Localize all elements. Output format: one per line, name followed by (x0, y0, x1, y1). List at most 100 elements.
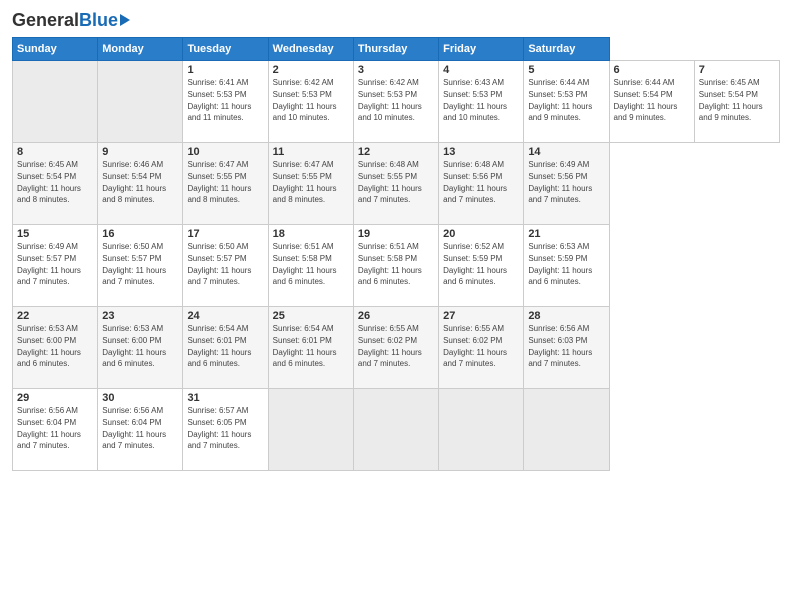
logo-arrow-icon (120, 14, 130, 26)
calendar-cell (439, 389, 524, 471)
day-info: Sunrise: 6:43 AMSunset: 5:53 PMDaylight:… (443, 78, 507, 122)
day-info: Sunrise: 6:50 AMSunset: 5:57 PMDaylight:… (187, 242, 251, 286)
day-info: Sunrise: 6:49 AMSunset: 5:56 PMDaylight:… (528, 160, 592, 204)
day-number: 6 (614, 64, 690, 76)
calendar-cell: 9 Sunrise: 6:46 AMSunset: 5:54 PMDaylight… (98, 143, 183, 225)
day-number: 10 (187, 146, 263, 158)
calendar-cell: 3 Sunrise: 6:42 AMSunset: 5:53 PMDaylight… (353, 61, 438, 143)
day-info: Sunrise: 6:53 AMSunset: 6:00 PMDaylight:… (102, 324, 166, 368)
day-info: Sunrise: 6:54 AMSunset: 6:01 PMDaylight:… (187, 324, 251, 368)
calendar-cell: 21Sunrise: 6:53 AMSunset: 5:59 PMDayligh… (524, 225, 609, 307)
day-info: Sunrise: 6:47 AMSunset: 5:55 PMDaylight:… (273, 160, 337, 204)
day-number: 25 (273, 310, 349, 322)
day-number: 21 (528, 228, 604, 240)
day-number: 4 (443, 64, 519, 76)
calendar-cell: 28 Sunrise: 6:56 AMSunset: 6:03 PMDayligh… (524, 307, 609, 389)
header: General Blue (12, 10, 780, 31)
calendar-cell: 12Sunrise: 6:48 AMSunset: 5:55 PMDayligh… (353, 143, 438, 225)
day-info: Sunrise: 6:57 AMSunset: 6:05 PMDaylight:… (187, 406, 251, 450)
calendar-week-row-1: 8 Sunrise: 6:45 AMSunset: 5:54 PMDaylight… (13, 143, 780, 225)
day-number: 31 (187, 392, 263, 404)
calendar-cell: 10 Sunrise: 6:47 AMSunset: 5:55 PMDayligh… (183, 143, 268, 225)
header-cell-wednesday: Wednesday (268, 38, 353, 61)
header-cell-sunday: Sunday (13, 38, 98, 61)
day-info: Sunrise: 6:44 AMSunset: 5:54 PMDaylight:… (614, 78, 678, 122)
day-number: 22 (17, 310, 93, 322)
day-number: 26 (358, 310, 434, 322)
day-number: 16 (102, 228, 178, 240)
day-number: 18 (273, 228, 349, 240)
day-number: 2 (273, 64, 349, 76)
day-number: 20 (443, 228, 519, 240)
day-number: 15 (17, 228, 93, 240)
day-info: Sunrise: 6:45 AMSunset: 5:54 PMDaylight:… (17, 160, 81, 204)
day-info: Sunrise: 6:41 AMSunset: 5:53 PMDaylight:… (187, 78, 251, 122)
day-info: Sunrise: 6:53 AMSunset: 6:00 PMDaylight:… (17, 324, 81, 368)
calendar-cell: 23 Sunrise: 6:53 AMSunset: 6:00 PMDayligh… (98, 307, 183, 389)
calendar-cell: 1 Sunrise: 6:41 AMSunset: 5:53 PMDaylight… (183, 61, 268, 143)
day-number: 17 (187, 228, 263, 240)
day-info: Sunrise: 6:48 AMSunset: 5:56 PMDaylight:… (443, 160, 507, 204)
day-info: Sunrise: 6:55 AMSunset: 6:02 PMDaylight:… (358, 324, 422, 368)
calendar-cell: 31 Sunrise: 6:57 AMSunset: 6:05 PMDayligh… (183, 389, 268, 471)
day-info: Sunrise: 6:56 AMSunset: 6:04 PMDaylight:… (102, 406, 166, 450)
day-number: 3 (358, 64, 434, 76)
day-info: Sunrise: 6:46 AMSunset: 5:54 PMDaylight:… (102, 160, 166, 204)
page-container: General Blue SundayMondayTuesdayWednesda… (0, 0, 792, 479)
calendar-cell: 18Sunrise: 6:51 AMSunset: 5:58 PMDayligh… (268, 225, 353, 307)
calendar-cell: 19 Sunrise: 6:51 AMSunset: 5:58 PMDayligh… (353, 225, 438, 307)
day-number: 19 (358, 228, 434, 240)
calendar-cell (98, 61, 183, 143)
calendar-cell: 24 Sunrise: 6:54 AMSunset: 6:01 PMDayligh… (183, 307, 268, 389)
day-info: Sunrise: 6:45 AMSunset: 5:54 PMDaylight:… (699, 78, 763, 122)
day-info: Sunrise: 6:42 AMSunset: 5:53 PMDaylight:… (273, 78, 337, 122)
day-info: Sunrise: 6:44 AMSunset: 5:53 PMDaylight:… (528, 78, 592, 122)
day-number: 5 (528, 64, 604, 76)
calendar-cell: 11Sunrise: 6:47 AMSunset: 5:55 PMDayligh… (268, 143, 353, 225)
calendar-cell (268, 389, 353, 471)
day-info: Sunrise: 6:56 AMSunset: 6:04 PMDaylight:… (17, 406, 81, 450)
day-number: 9 (102, 146, 178, 158)
day-info: Sunrise: 6:56 AMSunset: 6:03 PMDaylight:… (528, 324, 592, 368)
calendar-header-row: SundayMondayTuesdayWednesdayThursdayFrid… (13, 38, 780, 61)
calendar-cell (13, 61, 98, 143)
calendar-cell: 20Sunrise: 6:52 AMSunset: 5:59 PMDayligh… (439, 225, 524, 307)
logo: General Blue (12, 10, 130, 31)
calendar-week-row-3: 22 Sunrise: 6:53 AMSunset: 6:00 PMDayligh… (13, 307, 780, 389)
logo-blue-text: Blue (79, 10, 118, 31)
calendar-cell: 6 Sunrise: 6:44 AMSunset: 5:54 PMDaylight… (609, 61, 694, 143)
day-info: Sunrise: 6:49 AMSunset: 5:57 PMDaylight:… (17, 242, 81, 286)
calendar-cell: 8 Sunrise: 6:45 AMSunset: 5:54 PMDaylight… (13, 143, 98, 225)
calendar-cell: 17 Sunrise: 6:50 AMSunset: 5:57 PMDayligh… (183, 225, 268, 307)
day-number: 8 (17, 146, 93, 158)
calendar-cell: 16 Sunrise: 6:50 AMSunset: 5:57 PMDayligh… (98, 225, 183, 307)
day-number: 1 (187, 64, 263, 76)
day-number: 30 (102, 392, 178, 404)
day-info: Sunrise: 6:50 AMSunset: 5:57 PMDaylight:… (102, 242, 166, 286)
day-number: 28 (528, 310, 604, 322)
calendar-cell: 26 Sunrise: 6:55 AMSunset: 6:02 PMDayligh… (353, 307, 438, 389)
day-info: Sunrise: 6:47 AMSunset: 5:55 PMDaylight:… (187, 160, 251, 204)
day-info: Sunrise: 6:48 AMSunset: 5:55 PMDaylight:… (358, 160, 422, 204)
day-number: 24 (187, 310, 263, 322)
calendar-cell: 4 Sunrise: 6:43 AMSunset: 5:53 PMDaylight… (439, 61, 524, 143)
header-cell-tuesday: Tuesday (183, 38, 268, 61)
calendar-cell: 29 Sunrise: 6:56 AMSunset: 6:04 PMDayligh… (13, 389, 98, 471)
day-number: 27 (443, 310, 519, 322)
day-info: Sunrise: 6:42 AMSunset: 5:53 PMDaylight:… (358, 78, 422, 122)
day-info: Sunrise: 6:51 AMSunset: 5:58 PMDaylight:… (358, 242, 422, 286)
header-cell-thursday: Thursday (353, 38, 438, 61)
calendar-cell: 25Sunrise: 6:54 AMSunset: 6:01 PMDayligh… (268, 307, 353, 389)
calendar-cell: 14 Sunrise: 6:49 AMSunset: 5:56 PMDayligh… (524, 143, 609, 225)
day-info: Sunrise: 6:55 AMSunset: 6:02 PMDaylight:… (443, 324, 507, 368)
calendar-cell (524, 389, 609, 471)
day-number: 23 (102, 310, 178, 322)
calendar-cell: 27 Sunrise: 6:55 AMSunset: 6:02 PMDayligh… (439, 307, 524, 389)
calendar-cell (353, 389, 438, 471)
day-number: 29 (17, 392, 93, 404)
day-number: 14 (528, 146, 604, 158)
calendar-table: SundayMondayTuesdayWednesdayThursdayFrid… (12, 37, 780, 471)
header-cell-monday: Monday (98, 38, 183, 61)
calendar-cell: 5 Sunrise: 6:44 AMSunset: 5:53 PMDaylight… (524, 61, 609, 143)
day-number: 13 (443, 146, 519, 158)
